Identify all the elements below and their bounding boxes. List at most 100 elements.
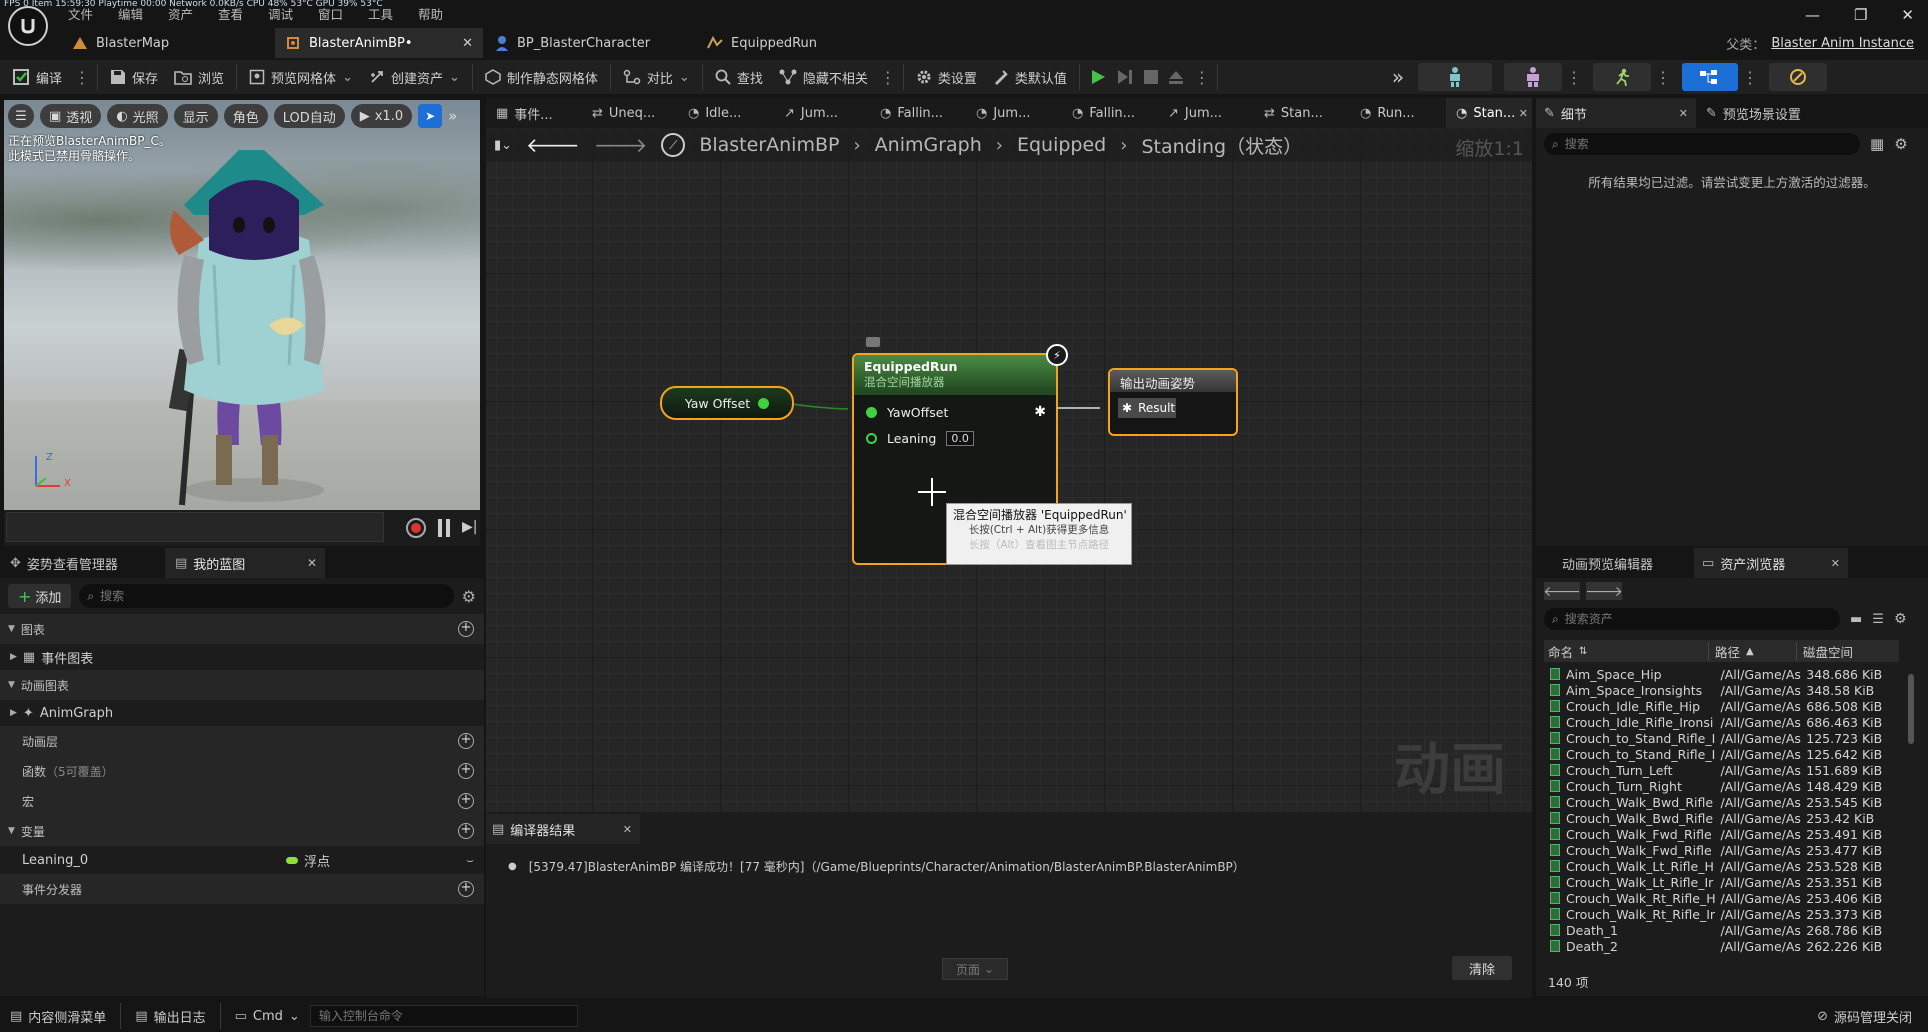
folder-view-icon[interactable]: ▬ — [1850, 612, 1862, 627]
doc-tab-blasteranimbp[interactable]: BlasterAnimBP• ✕ — [275, 28, 483, 58]
yaw-offset-node[interactable]: Yaw Offset — [660, 386, 794, 420]
my-blueprint-search[interactable]: ⌕ — [79, 584, 454, 608]
step-icon[interactable] — [1116, 69, 1134, 85]
diff-button[interactable]: 对比 ⌄ — [615, 60, 698, 94]
section-anim-layers[interactable]: 动画层 + — [0, 726, 484, 756]
tab-details[interactable]: ✎ 细节 ✕ — [1536, 98, 1696, 128]
variable-visibility-icon[interactable]: ⌣ — [466, 853, 474, 868]
add-function-icon[interactable]: + — [458, 763, 474, 779]
add-graph-icon[interactable]: + — [458, 621, 474, 637]
list-item[interactable]: Crouch_Turn_Right/All/Game/As 148.429 KiB — [1550, 778, 1902, 794]
class-defaults-button[interactable]: 类默认值 — [985, 60, 1075, 94]
graph-tab-standing-1[interactable]: ⇄ Stan... — [1254, 98, 1350, 128]
graph-tab-jump-2[interactable]: ◔ Jum... — [966, 98, 1062, 128]
tab-preview-scene-settings[interactable]: ✎ 预览场景设置 — [1696, 98, 1801, 128]
tab-pose-manager[interactable]: ✥ 姿势查看管理器 — [0, 548, 165, 578]
expand-toolbar-icon[interactable]: » — [1392, 65, 1404, 89]
console-command-input[interactable] — [318, 1009, 569, 1023]
graph-tab-unequipped[interactable]: ⇄ Uneq... — [582, 98, 678, 128]
lod-button[interactable]: LOD自动 — [273, 104, 345, 128]
doc-tab-bp-blastercharacter[interactable]: BP_BlasterCharacter — [483, 28, 699, 58]
blueprint-mode-button[interactable] — [1682, 63, 1739, 91]
add-event-dispatcher-icon[interactable]: + — [458, 881, 474, 897]
close-tab-icon[interactable]: ✕ — [1519, 107, 1528, 120]
leaning-value-input[interactable]: 0.0 — [946, 430, 974, 446]
character-button[interactable]: 角色 — [223, 104, 268, 128]
back-arrow-icon[interactable]: 🡐 — [1543, 582, 1581, 600]
section-anim-graphs[interactable]: ▼ 动画图表 — [0, 670, 484, 700]
item-event-graph[interactable]: ▶ ▦ 事件图表 — [0, 644, 484, 670]
perspective-button[interactable]: ▣ 透视 — [40, 104, 102, 128]
mesh-mode-button[interactable] — [1504, 63, 1563, 91]
hide-unrelated-button[interactable]: 隐藏不相关 — [771, 60, 876, 94]
page-dropdown[interactable]: 页面 ⌄ — [942, 958, 1008, 980]
column-header-name[interactable]: 命名 ⇅ — [1544, 641, 1709, 661]
output-pin-icon[interactable] — [758, 397, 770, 409]
pose-input-pin-icon[interactable]: ✱ — [1122, 401, 1132, 415]
menu-tools[interactable]: 工具 — [368, 4, 418, 23]
variable-type[interactable]: 浮点 — [286, 851, 330, 870]
graph-tab-event[interactable]: ▦ 事件... — [486, 98, 582, 128]
list-item[interactable]: Death_1/All/Game/As 268.786 KiB — [1550, 922, 1902, 938]
menu-window[interactable]: 窗口 — [318, 4, 368, 23]
column-header-path[interactable]: 路径 ▲ — [1709, 641, 1797, 661]
forward-arrow-icon[interactable]: 🡒 — [1585, 582, 1623, 600]
minimize-button[interactable]: — — [1805, 6, 1820, 24]
create-asset-button[interactable]: 创建资产 ⌄ — [361, 60, 468, 94]
search-input[interactable] — [1564, 612, 1805, 626]
gear-icon[interactable]: ⚙ — [462, 587, 476, 606]
animation-mode-options-icon[interactable]: ⋮ — [1651, 68, 1674, 87]
viewport[interactable]: ☰ ▣ 透视 ◐ 光照 显示 角色 LOD自动 ▶ x1.0 ➤ » 正在预览Blas… — [4, 100, 480, 510]
input-pin-icon[interactable] — [866, 432, 877, 444]
tab-my-blueprint[interactable]: ▤ 我的蓝图 ✕ — [165, 548, 325, 578]
expand-viewport-toolbar-icon[interactable]: » — [448, 107, 457, 125]
list-item[interactable]: Crouch_Walk_Bwd_Rifle/All/Game/As 253.545… — [1550, 794, 1902, 810]
viewport-menu-icon[interactable]: ☰ — [8, 104, 34, 128]
asset-list-scrollbar[interactable] — [1908, 674, 1914, 744]
cmd-dropdown[interactable]: ▭ Cmd ⌄ — [225, 1000, 310, 1032]
doc-tab-equippedrun[interactable]: EquippedRun — [699, 28, 849, 58]
class-settings-button[interactable]: 类设置 — [908, 60, 985, 94]
list-item[interactable]: Crouch_Walk_Fwd_Rifle/All/Game/As 253.477… — [1550, 842, 1902, 858]
add-variable-icon[interactable]: + — [458, 823, 474, 839]
pose-output-pin-icon[interactable]: ✱ — [1034, 404, 1046, 420]
blueprint-mode-options-icon[interactable]: ⋮ — [1738, 68, 1761, 87]
list-item[interactable]: Crouch_Walk_Lt_Rifle_H/All/Game/As 253.52… — [1550, 858, 1902, 874]
list-item[interactable]: Death_2/All/Game/As 262.226 KiB — [1550, 938, 1902, 954]
graph-tab-jump-1[interactable]: ↗ Jum... — [774, 98, 870, 128]
animation-mode-button[interactable] — [1593, 63, 1652, 91]
search-input[interactable] — [100, 589, 431, 603]
list-item[interactable]: Crouch_Idle_Rifle_Ironsi/All/Game/As 686.… — [1550, 714, 1902, 730]
browse-button[interactable]: 浏览 — [166, 60, 232, 94]
doc-tab-blastermap[interactable]: BlasterMap — [60, 28, 275, 58]
close-window-button[interactable]: ✕ — [1901, 6, 1914, 24]
close-tab-icon[interactable]: ✕ — [1679, 107, 1688, 120]
asset-search[interactable]: ⌕ — [1544, 608, 1840, 630]
show-button[interactable]: 显示 — [173, 104, 218, 128]
close-tab-icon[interactable]: ✕ — [1831, 557, 1840, 570]
close-tab-icon[interactable]: ✕ — [462, 36, 473, 51]
graph-tab-idle[interactable]: ◔ Idle... — [678, 98, 774, 128]
gear-icon[interactable]: ⚙ — [1894, 135, 1907, 153]
compile-button[interactable]: 编译 — [4, 60, 70, 94]
section-variables[interactable]: ▼ 变量 + — [0, 816, 484, 846]
graph-tab-run[interactable]: ◔ Run... — [1350, 98, 1446, 128]
make-static-mesh-button[interactable]: 制作静态网格体 — [477, 60, 606, 94]
output-log-button[interactable]: ▤ 输出日志 — [125, 1000, 215, 1032]
menu-debug[interactable]: 调试 — [268, 4, 318, 23]
list-item[interactable]: Aim_Space_Ironsights/All/Game/As 348.58 K… — [1550, 682, 1902, 698]
graph-tab-falling-2[interactable]: ◔ Fallin... — [1062, 98, 1158, 128]
close-tab-icon[interactable]: ✕ — [307, 556, 317, 570]
input-pin-icon[interactable] — [866, 406, 877, 418]
playback-speed-button[interactable]: ▶ x1.0 — [350, 104, 413, 128]
close-tab-icon[interactable]: ✕ — [623, 823, 632, 836]
menu-edit[interactable]: 编辑 — [118, 4, 168, 23]
section-graphs[interactable]: ▼ 图表 + — [0, 614, 484, 644]
step-forward-icon[interactable]: ▶| — [462, 519, 477, 535]
save-button[interactable]: 保存 — [102, 60, 166, 94]
list-item[interactable]: Crouch_Walk_Fwd_Rifle/All/Game/As 253.491… — [1550, 826, 1902, 842]
column-header-size[interactable]: 磁盘空间 — [1797, 642, 1853, 661]
add-button[interactable]: + 添加 — [8, 584, 72, 608]
lighting-button[interactable]: ◐ 光照 — [107, 104, 168, 128]
add-macro-icon[interactable]: + — [458, 793, 474, 809]
